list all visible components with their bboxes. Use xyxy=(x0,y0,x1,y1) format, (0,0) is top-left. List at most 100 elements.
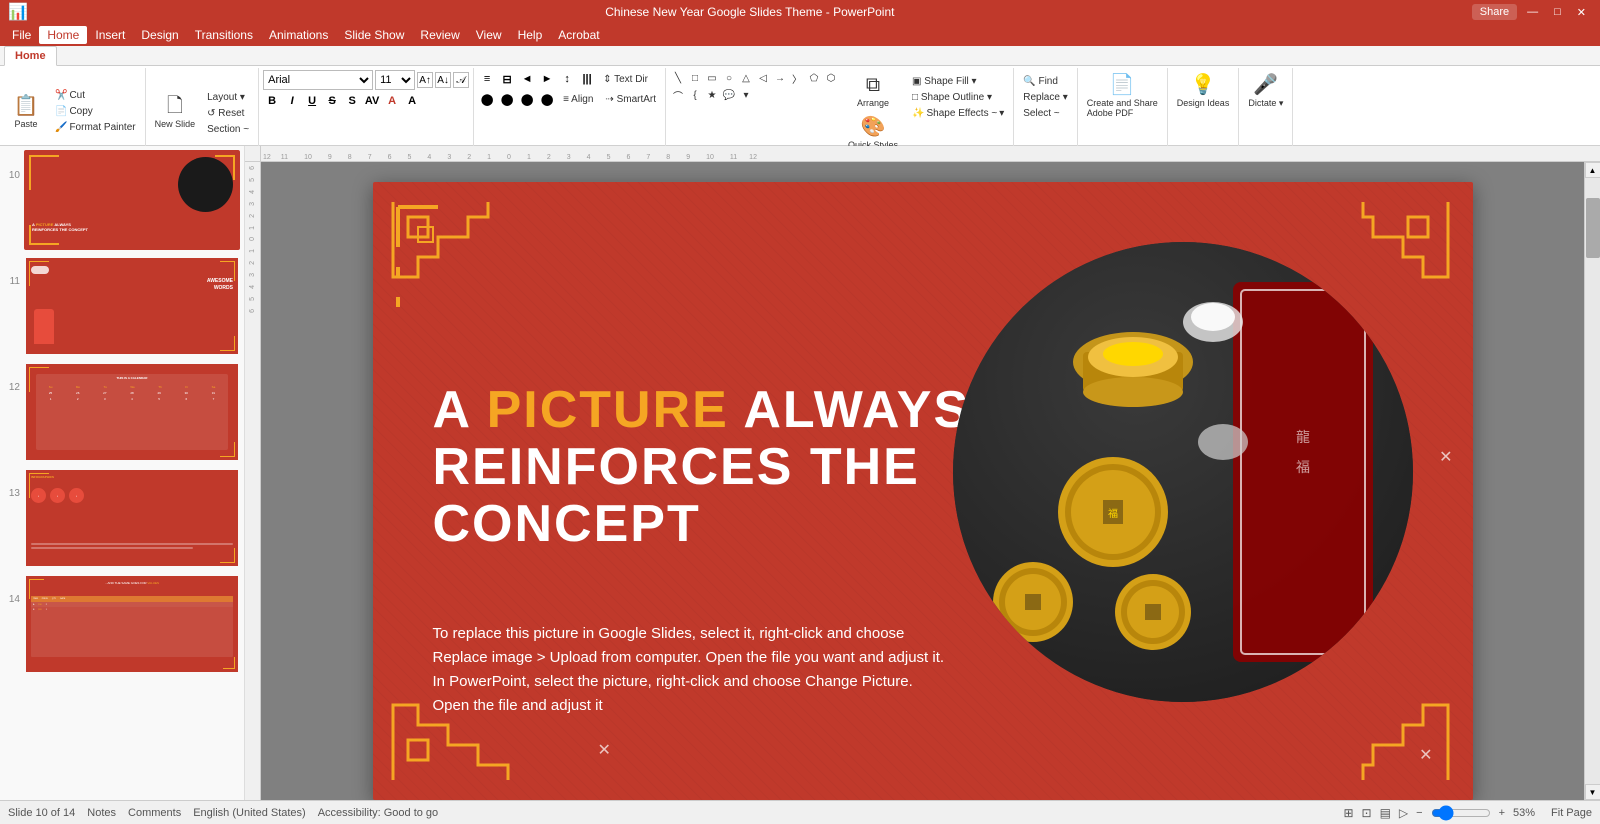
highlight-button[interactable]: A xyxy=(403,92,421,110)
reset-button[interactable]: ↺ Reset xyxy=(202,106,254,121)
menu-file[interactable]: File xyxy=(4,26,39,44)
numbering-button[interactable]: ⊟ xyxy=(498,70,516,88)
section-button[interactable]: Section ~ xyxy=(202,122,254,137)
indent-decrease-button[interactable]: ◄ xyxy=(518,70,536,88)
menu-home[interactable]: Home xyxy=(39,26,87,44)
scroll-down-button[interactable]: ▼ xyxy=(1585,784,1600,800)
zoom-slider[interactable] xyxy=(1431,805,1491,821)
menu-review[interactable]: Review xyxy=(412,26,467,44)
close-button[interactable]: ✕ xyxy=(1571,4,1592,21)
scroll-thumb[interactable] xyxy=(1586,198,1600,258)
shape-fill-button[interactable]: ▣ Shape Fill ▾ xyxy=(907,74,1009,89)
shape-outline-button[interactable]: □ Shape Outline ▾ xyxy=(907,90,1009,105)
chevron-shape[interactable]: 〉 xyxy=(789,70,805,86)
slide-img-14[interactable]: ...AND THE SAME GOES FOR VALUES ITEMPRIC… xyxy=(24,574,240,674)
slide-img-10[interactable]: A PICTURE ALWAYSREINFORCES THE CONCEPT xyxy=(24,150,240,250)
align-text-button[interactable]: ≡ Align xyxy=(558,92,598,107)
design-ideas-button[interactable]: 💡 Design Ideas xyxy=(1172,70,1235,111)
bold-button[interactable]: B xyxy=(263,92,281,110)
char-spacing-button[interactable]: AV xyxy=(363,92,381,110)
create-pdf-button[interactable]: 📄 Create and ShareAdobe PDF xyxy=(1082,70,1163,121)
arrange-button[interactable]: ⧉ Arrange xyxy=(851,70,895,111)
slide-thumb-13[interactable]: 13 INFOGRAPHICS • • • xyxy=(4,468,240,568)
convert-smartart-button[interactable]: ⇢ SmartArt xyxy=(600,92,661,107)
slide-main[interactable]: ✕ ✕ ✕ ✕ A PICTURE ALWAYS REINFORCES THE … xyxy=(373,182,1473,800)
zoom-out-button[interactable]: − xyxy=(1416,807,1422,819)
line-shape[interactable]: ╲ xyxy=(670,70,686,86)
clear-format-button[interactable]: 𝒜 xyxy=(453,72,469,88)
slide-thumb-10[interactable]: 10 A PICTURE ALWAYSREINFORCES THE CONCEP… xyxy=(4,150,240,250)
text-direction-button[interactable]: ⇕ Text Dir xyxy=(598,72,653,87)
dictate-button[interactable]: 🎤 Dictate ▾ xyxy=(1243,70,1288,112)
star-shape[interactable]: ★ xyxy=(704,87,720,103)
font-family-select[interactable]: Arial xyxy=(263,70,373,90)
menu-transitions[interactable]: Transitions xyxy=(187,26,261,44)
line-spacing-button[interactable]: ↕ xyxy=(558,70,576,88)
bracket-shape[interactable]: { xyxy=(687,87,703,103)
menu-view[interactable]: View xyxy=(468,26,510,44)
strikethrough-button[interactable]: S xyxy=(323,92,341,110)
hex-shape[interactable]: ⬡ xyxy=(823,70,839,86)
normal-view-button[interactable]: ⊞ xyxy=(1343,806,1353,820)
font-grow-button[interactable]: A↑ xyxy=(417,72,433,88)
cut-button[interactable]: ✂️ Cut xyxy=(50,88,141,103)
curve-shape[interactable]: ⌒ xyxy=(670,87,686,103)
ellipse-shape[interactable]: ○ xyxy=(721,70,737,86)
comments-button[interactable]: Comments xyxy=(128,807,181,819)
shape-effects-button[interactable]: ✨ Shape Effects ~ ▾ xyxy=(907,106,1009,121)
rect-shape[interactable]: □ xyxy=(687,70,703,86)
zoom-level[interactable]: 53% xyxy=(1513,807,1543,819)
slide-sorter-button[interactable]: ⊡ xyxy=(1362,806,1372,820)
more-shapes[interactable]: ▾ xyxy=(738,87,754,103)
slide-thumb-11[interactable]: 11 AWESOMEWORDS xyxy=(4,256,240,356)
menu-animations[interactable]: Animations xyxy=(261,26,336,44)
menu-slideshow[interactable]: Slide Show xyxy=(336,26,412,44)
paste-button[interactable]: 📋 Paste xyxy=(4,91,48,132)
columns-button[interactable]: ||| xyxy=(578,70,596,88)
justify-button[interactable]: ⬤ xyxy=(538,90,556,108)
pentagon-shape[interactable]: ⬠ xyxy=(806,70,822,86)
copy-button[interactable]: 📄 Copy xyxy=(50,104,141,119)
new-slide-button[interactable]: 🗋 New Slide xyxy=(150,91,201,132)
slide-thumb-14[interactable]: 14 ...AND THE SAME GOES FOR VALUES ITEMP… xyxy=(4,574,240,674)
notes-button[interactable]: Notes xyxy=(87,807,116,819)
rtriangle-shape[interactable]: ◁ xyxy=(755,70,771,86)
align-center-button[interactable]: ⬤ xyxy=(498,90,516,108)
minimize-button[interactable]: — xyxy=(1521,4,1544,20)
layout-button[interactable]: Layout ▾ xyxy=(202,90,254,105)
fit-page-button[interactable]: Fit Page xyxy=(1551,807,1592,819)
rect2-shape[interactable]: ▭ xyxy=(704,70,720,86)
italic-button[interactable]: I xyxy=(283,92,301,110)
menu-design[interactable]: Design xyxy=(133,26,186,44)
bullets-button[interactable]: ≡ xyxy=(478,70,496,88)
format-painter-button[interactable]: 🖌️ Format Painter xyxy=(50,120,141,135)
menu-insert[interactable]: Insert xyxy=(87,26,133,44)
select-button[interactable]: Select ~ xyxy=(1018,106,1073,121)
slide-img-13[interactable]: INFOGRAPHICS • • • xyxy=(24,468,240,568)
arrow-shape[interactable]: → xyxy=(772,70,788,86)
slide-img-11[interactable]: AWESOMEWORDS xyxy=(24,256,240,356)
font-color-button[interactable]: A xyxy=(383,92,401,110)
menu-help[interactable]: Help xyxy=(510,26,551,44)
indent-increase-button[interactable]: ► xyxy=(538,70,556,88)
font-shrink-button[interactable]: A↓ xyxy=(435,72,451,88)
find-button[interactable]: 🔍 Find xyxy=(1018,74,1073,89)
maximize-button[interactable]: □ xyxy=(1548,4,1567,20)
slide-thumb-12[interactable]: 12 THIS IS A CALENDAR SuMoTuWeThFrSa 252… xyxy=(4,362,240,462)
callout-shape[interactable]: 💬 xyxy=(721,87,737,103)
scroll-up-button[interactable]: ▲ xyxy=(1585,162,1600,178)
slideshow-button[interactable]: ▷ xyxy=(1399,806,1408,820)
shadow-button[interactable]: S xyxy=(343,92,361,110)
zoom-in-button[interactable]: + xyxy=(1499,807,1505,819)
share-button[interactable]: Share xyxy=(1472,4,1517,20)
font-size-select[interactable]: 11 xyxy=(375,70,415,90)
slide-img-12[interactable]: THIS IS A CALENDAR SuMoTuWeThFrSa 252627… xyxy=(24,362,240,462)
align-right-button[interactable]: ⬤ xyxy=(518,90,536,108)
menu-acrobat[interactable]: Acrobat xyxy=(550,26,607,44)
underline-button[interactable]: U xyxy=(303,92,321,110)
reading-view-button[interactable]: ▤ xyxy=(1380,806,1391,820)
triangle-shape[interactable]: △ xyxy=(738,70,754,86)
replace-button[interactable]: Replace ▾ xyxy=(1018,90,1073,105)
slide-canvas[interactable]: ✕ ✕ ✕ ✕ A PICTURE ALWAYS REINFORCES THE … xyxy=(261,162,1584,800)
align-left-button[interactable]: ⬤ xyxy=(478,90,496,108)
